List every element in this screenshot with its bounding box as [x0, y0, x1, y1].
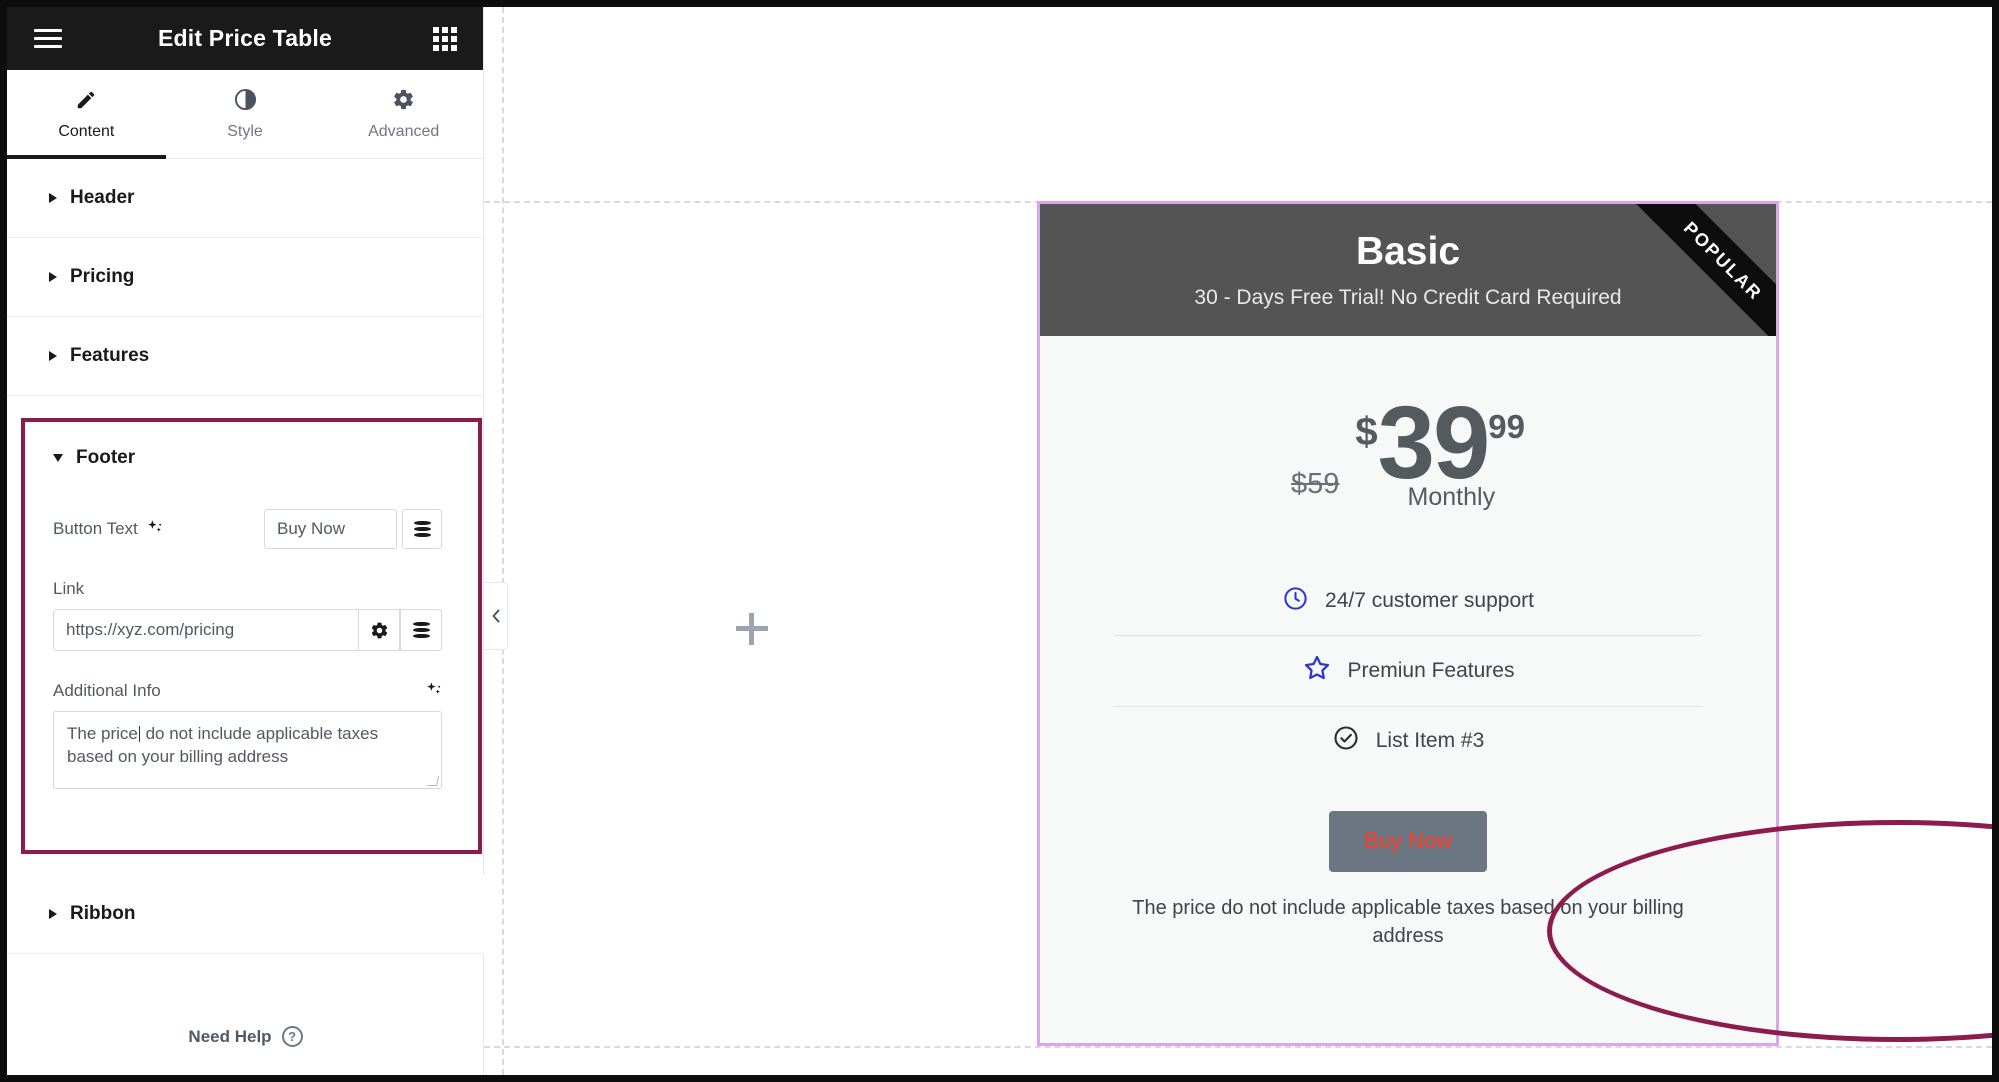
- question-circle-icon: ?: [281, 1026, 303, 1047]
- sidebar-section-header[interactable]: Header: [7, 159, 483, 238]
- link-input[interactable]: https://xyz.com/pricing: [53, 609, 358, 651]
- editor-canvas: Basic 30 - Days Free Trial! No Credit Ca…: [484, 7, 1992, 1075]
- sidebar-section-header-label: Header: [70, 187, 135, 208]
- hamburger-icon[interactable]: [34, 29, 62, 48]
- button-text-controls: Buy Now: [264, 509, 442, 549]
- tab-style[interactable]: Style: [166, 70, 325, 158]
- tab-advanced-label: Advanced: [368, 122, 440, 140]
- feature-list-item: Premiun Features: [1114, 636, 1702, 706]
- popular-ribbon-label: POPULAR: [1680, 217, 1767, 304]
- sidebar-section-ribbon-label: Ribbon: [70, 903, 136, 924]
- feature-list-item: 24/7 customer support: [1114, 568, 1702, 635]
- link-field-block: Link https://xyz.com/pricing: [53, 579, 478, 651]
- tab-style-label: Style: [227, 122, 263, 140]
- sidebar-section-pricing-label: Pricing: [70, 266, 135, 287]
- panel-tabs: Content Style Advanced: [7, 70, 483, 159]
- page-title: Edit Price Table: [157, 25, 333, 51]
- caret-right-icon: [49, 909, 57, 919]
- additional-info-label: Additional Info: [53, 681, 161, 700]
- need-help-label: Need Help: [188, 1026, 272, 1046]
- check-circle-icon: [1332, 724, 1360, 758]
- price-block: $59 $ 39 99 Monthly: [1040, 336, 1776, 512]
- price-table-widget[interactable]: Basic 30 - Days Free Trial! No Credit Ca…: [1037, 201, 1779, 1046]
- panel-collapse-handle[interactable]: [484, 582, 508, 650]
- buy-now-wrap: Buy Now: [1040, 810, 1776, 872]
- price-card-title: Basic: [1355, 230, 1461, 273]
- sidebar-section-ribbon[interactable]: Ribbon: [7, 875, 484, 954]
- additional-info-block: Additional Info The price do not include…: [53, 681, 478, 789]
- buy-now-button[interactable]: Buy Now: [1329, 810, 1487, 872]
- clock-icon: [1282, 585, 1309, 618]
- star-icon: [1302, 653, 1332, 689]
- add-section-plus-icon[interactable]: [736, 613, 768, 645]
- sidebar-section-footer-header[interactable]: Footer: [53, 447, 478, 469]
- additional-info-text-before: The price: [67, 724, 138, 743]
- feature-list-item: List Item #3: [1114, 707, 1702, 775]
- link-label: Link: [53, 579, 85, 598]
- price-currency: $: [1355, 410, 1378, 454]
- feature-label: Premiun Features: [1347, 658, 1515, 682]
- original-price: $59: [1291, 468, 1340, 500]
- caret-right-icon: [49, 351, 57, 361]
- gear-icon: [392, 88, 415, 112]
- price-fraction: 99: [1488, 408, 1525, 445]
- caret-down-icon: [53, 454, 63, 462]
- dynamic-tags-icon[interactable]: [402, 509, 442, 549]
- button-text-input[interactable]: Buy Now: [264, 509, 397, 549]
- need-help-link[interactable]: Need Help ?: [7, 1026, 484, 1047]
- price-card-subtitle: 30 - Days Free Trial! No Credit Card Req…: [1194, 286, 1622, 309]
- panel-header: Edit Price Table: [7, 7, 483, 70]
- textarea-resize-handle[interactable]: [426, 776, 440, 786]
- button-text-field-row: Button Text Buy Now: [53, 509, 478, 549]
- feature-list: 24/7 customer support Premiun Features L…: [1114, 568, 1702, 775]
- sidebar-section-features[interactable]: Features: [7, 317, 483, 396]
- feature-label: List Item #3: [1375, 728, 1485, 752]
- tab-content-label: Content: [58, 122, 115, 140]
- grid-icon[interactable]: [433, 26, 457, 51]
- sidebar-section-footer[interactable]: Footer Button Text Buy Now Link https://…: [21, 418, 482, 854]
- pencil-icon: [75, 88, 97, 112]
- sparkle-icon[interactable]: [146, 519, 163, 539]
- link-controls: https://xyz.com/pricing: [53, 609, 442, 651]
- sidebar-section-pricing[interactable]: Pricing: [7, 238, 483, 317]
- dynamic-tags-icon[interactable]: [400, 609, 442, 651]
- price-integer: 39: [1377, 385, 1491, 500]
- button-text-label: Button Text: [53, 519, 138, 538]
- link-options-gear-icon[interactable]: [358, 609, 400, 651]
- sidebar-section-footer-label: Footer: [76, 447, 136, 468]
- button-text-label-group: Button Text: [53, 519, 163, 539]
- contrast-icon: [234, 88, 257, 112]
- editor-sidebar: Edit Price Table Content Style Advanced …: [7, 7, 484, 1075]
- popular-ribbon: POPULAR: [1616, 204, 1776, 336]
- sidebar-section-features-label: Features: [70, 345, 150, 366]
- additional-info-textarea[interactable]: The price do not include applicable taxe…: [53, 711, 442, 789]
- sparkle-icon[interactable]: [425, 681, 442, 701]
- caret-right-icon: [49, 193, 57, 203]
- tab-advanced[interactable]: Advanced: [324, 70, 483, 158]
- chevron-left-icon: [492, 609, 499, 623]
- text-caret: [138, 726, 140, 742]
- tab-content[interactable]: Content: [7, 70, 166, 159]
- app-window: Edit Price Table Content Style Advanced …: [7, 7, 1992, 1075]
- guide-line-bottom: [484, 1046, 1992, 1048]
- caret-right-icon: [49, 272, 57, 282]
- feature-label: 24/7 customer support: [1325, 589, 1534, 613]
- price-card-note: The price do not include applicable taxe…: [1132, 896, 1684, 947]
- guide-line-left: [502, 7, 504, 1075]
- price-card-header: Basic 30 - Days Free Trial! No Credit Ca…: [1040, 204, 1776, 336]
- additional-info-label-row: Additional Info: [53, 681, 442, 701]
